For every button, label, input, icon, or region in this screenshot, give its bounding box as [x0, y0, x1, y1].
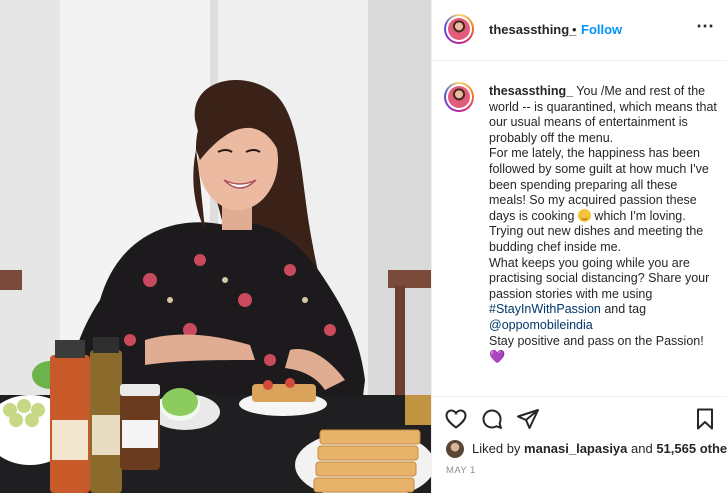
separator-dot: •: [572, 22, 577, 37]
author-username[interactable]: thesassthing_: [489, 22, 576, 37]
caption-and-tag: and tag: [600, 302, 647, 317]
caption-line-4: Stay positive and pass on the Passion!: [489, 333, 704, 348]
heart-outline-icon[interactable]: [444, 407, 468, 436]
purple-heart-emoji-icon: 💜: [489, 349, 506, 365]
post-header: thesassthing_ • Follow ⋯: [432, 0, 727, 61]
paper-plane-icon[interactable]: [516, 407, 540, 436]
hashtag-link[interactable]: #StayInWithPassion: [489, 302, 601, 316]
liker-avatar[interactable]: [446, 440, 464, 458]
yum-face-emoji-icon: [577, 208, 591, 222]
liked-by-prefix: Liked by: [472, 441, 525, 456]
likes-others-count[interactable]: 51,565 others: [656, 441, 727, 456]
post-side-panel: thesassthing_ • Follow ⋯ thesassthing_ Y…: [431, 0, 727, 493]
post-caption: thesassthing_ You /Me and rest of the wo…: [489, 84, 717, 366]
comment-bubble-icon[interactable]: [480, 407, 504, 436]
caption-username[interactable]: thesassthing_: [489, 84, 573, 98]
caption-avatar[interactable]: [444, 82, 474, 112]
post-actions-bar: [432, 396, 727, 441]
post-date[interactable]: MAY 1: [446, 465, 476, 476]
post-photo[interactable]: [0, 0, 431, 493]
photo-illustration: [0, 0, 431, 493]
mention-link[interactable]: @oppomobileindia: [489, 318, 593, 332]
author-avatar[interactable]: [444, 14, 474, 44]
more-options-icon[interactable]: ⋯: [696, 16, 715, 37]
bookmark-icon[interactable]: [693, 407, 717, 436]
liker-username[interactable]: manasi_lapasiya: [524, 441, 627, 456]
caption-line-3: What keeps you going while you are pract…: [489, 255, 710, 301]
follow-button[interactable]: Follow: [581, 22, 622, 37]
likes-middle: and: [627, 441, 657, 456]
